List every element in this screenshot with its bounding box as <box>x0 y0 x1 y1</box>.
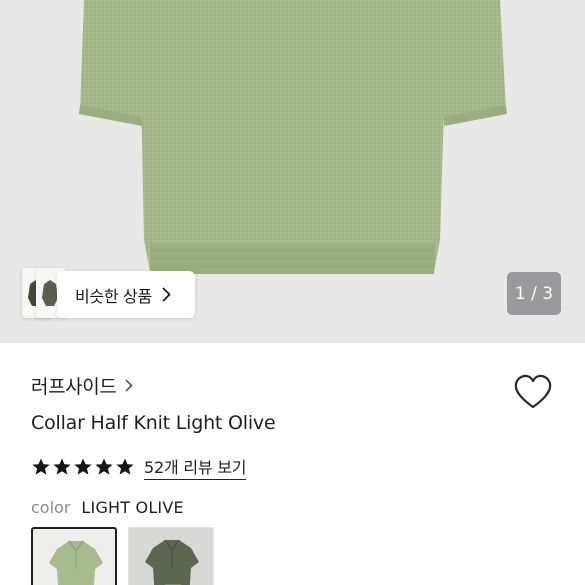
star-filled-icon <box>95 458 113 475</box>
selected-color-value: LIGHT OLIVE <box>81 498 184 517</box>
wishlist-heart-button[interactable] <box>513 373 553 411</box>
star-filled-icon <box>32 458 50 475</box>
color-label: color <box>31 498 71 517</box>
color-selector-label: color LIGHT OLIVE <box>31 498 184 517</box>
brand-link[interactable]: 러프사이드 <box>31 372 133 399</box>
chevron-right-icon <box>162 287 171 302</box>
color-swatch-dark-olive[interactable] <box>128 527 214 585</box>
color-swatch-light-olive[interactable] <box>31 527 117 585</box>
star-filled-icon <box>74 458 92 475</box>
heart-outline-icon <box>514 374 552 409</box>
image-pager: 1 / 3 <box>507 272 561 315</box>
rating-row: 52개 리뷰 보기 <box>31 454 247 480</box>
star-filled-icon <box>116 458 134 475</box>
chevron-right-icon <box>125 379 133 392</box>
similar-products-button[interactable]: 비슷한 상품 <box>57 271 195 318</box>
rating-stars <box>31 457 135 477</box>
product-title: Collar Half Knit Light Olive <box>31 412 276 434</box>
star-filled-icon <box>53 458 71 475</box>
reviews-link[interactable]: 52개 리뷰 보기 <box>144 454 247 480</box>
product-image-gallery[interactable]: 비슷한 상품 1 / 3 <box>0 0 585 343</box>
brand-name: 러프사이드 <box>31 376 117 398</box>
similar-products-label: 비슷한 상품 <box>75 286 152 306</box>
